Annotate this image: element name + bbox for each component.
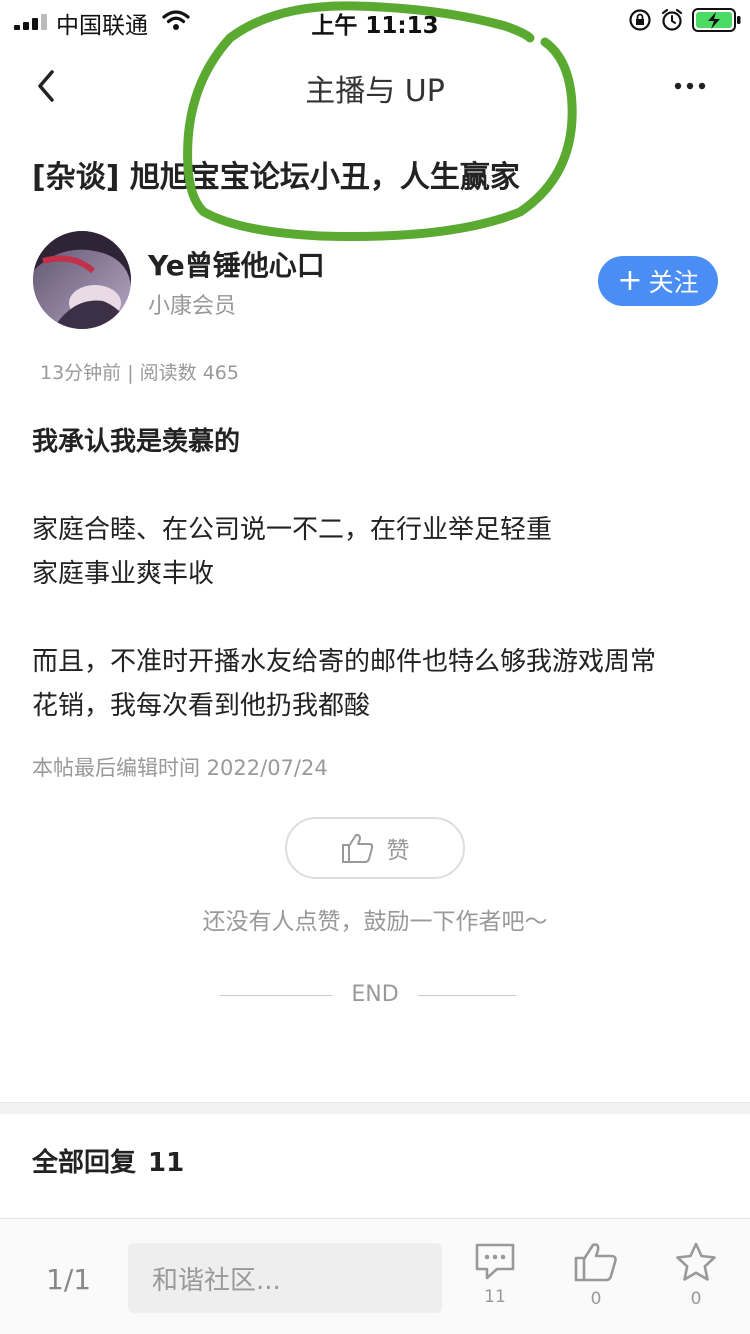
end-text: END (351, 982, 399, 1007)
like-post-button[interactable]: 0 (566, 1241, 626, 1309)
comment-icon (475, 1243, 515, 1280)
reply-input[interactable]: 和谐社区... (128, 1243, 442, 1313)
rotation-lock-icon (629, 9, 651, 31)
post-line: 家庭事业爽丰收 (32, 559, 215, 589)
author-member-badge: 小康会员 (148, 294, 237, 319)
follow-label: 关注 (648, 268, 699, 297)
plus-icon: + (617, 263, 643, 298)
thumbs-up-icon (341, 833, 373, 863)
last-edit-time: 本帖最后编辑时间 2022/07/24 (32, 756, 328, 780)
like-button[interactable]: 赞 (285, 817, 465, 879)
post-title: [杂谈] 旭旭宝宝论坛小丑，人生赢家 (32, 160, 520, 195)
post-meta: 13分钟前 | 阅读数 465 (40, 362, 239, 384)
like-count: 0 (590, 1289, 602, 1309)
post-paragraph: 而且，不准时开播水友给寄的邮件也特么够我游戏周常 花销，我每次看到他扔我都酸 (32, 640, 722, 728)
page-title: 主播与 UP (305, 74, 445, 109)
author-avatar[interactable] (33, 231, 131, 329)
follow-button[interactable]: + 关注 (598, 256, 718, 306)
like-label: 赞 (386, 838, 410, 864)
more-options-button[interactable] (668, 66, 712, 106)
like-hint: 还没有人点赞，鼓励一下作者吧～ (202, 909, 548, 935)
section-divider (0, 1102, 750, 1114)
author-name[interactable]: Ye曾锤他心口 (148, 244, 325, 284)
favorite-count: 0 (690, 1289, 702, 1309)
nav-bar: 主播与 UP (0, 42, 750, 130)
page-indicator[interactable]: 1/1 (46, 1263, 91, 1296)
comment-count: 11 (484, 1287, 506, 1307)
battery-icon (692, 8, 741, 32)
replies-label: 全部回复 (32, 1148, 137, 1178)
end-marker: END (0, 982, 750, 1010)
post-line: 家庭合睦、在公司说一不二，在行业举足轻重 (32, 515, 553, 545)
alarm-icon (661, 8, 683, 31)
comment-button[interactable]: 11 (465, 1241, 525, 1307)
post-body-heading: 我承认我是羡慕的 (32, 427, 241, 457)
star-icon (676, 1242, 716, 1281)
bottom-action-bar: 1/1 和谐社区... 11 0 0 (0, 1218, 750, 1334)
post-line: 花销，我每次看到他扔我都酸 (32, 691, 371, 721)
divider-line (418, 995, 516, 996)
thumbs-up-icon (574, 1243, 617, 1282)
replies-header: 全部回复 11 (32, 1142, 184, 1179)
post-body: 我承认我是羡慕的 家庭合睦、在公司说一不二，在行业举足轻重 家庭事业爽丰收 而且… (32, 420, 722, 728)
replies-count: 11 (148, 1148, 185, 1178)
status-bar: 中国联通 上午 11:13 (0, 0, 750, 42)
post-paragraph: 家庭合睦、在公司说一不二，在行业举足轻重 家庭事业爽丰收 (32, 508, 722, 596)
favorite-button[interactable]: 0 (666, 1241, 726, 1309)
post-line: 而且，不准时开播水友给寄的邮件也特么够我游戏周常 (32, 647, 657, 677)
